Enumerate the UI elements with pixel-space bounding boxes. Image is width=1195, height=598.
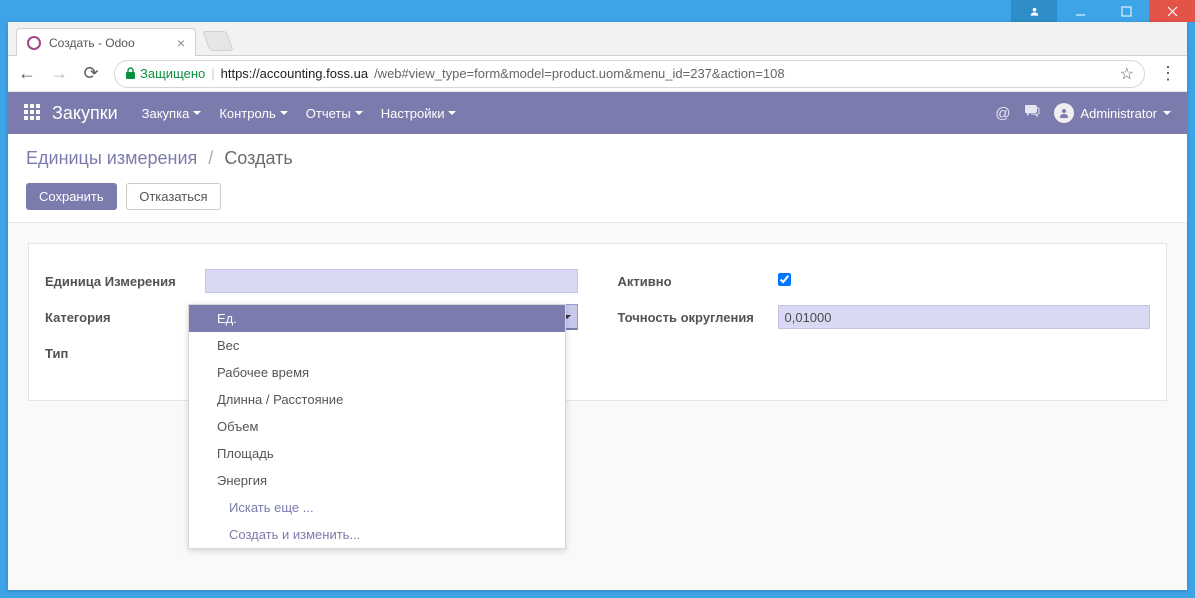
- dropdown-option[interactable]: Объем: [189, 413, 565, 440]
- tab-favicon: [27, 36, 41, 50]
- breadcrumb-current: Создать: [224, 148, 292, 168]
- dropdown-option[interactable]: Энергия: [189, 467, 565, 494]
- active-label: Активно: [618, 274, 778, 289]
- dropdown-option[interactable]: Вес: [189, 332, 565, 359]
- category-label: Категория: [45, 310, 205, 325]
- rounding-input[interactable]: 0,01000: [778, 305, 1151, 329]
- window-titlebar: [0, 0, 1195, 22]
- discard-button[interactable]: Отказаться: [126, 183, 220, 210]
- app-menu: Закупка Контроль Отчеты Настройки: [142, 106, 457, 121]
- menu-control[interactable]: Контроль: [219, 106, 287, 121]
- menu-purchase[interactable]: Закупка: [142, 106, 202, 121]
- dropdown-option[interactable]: Длинна / Расстояние: [189, 386, 565, 413]
- url-path: /web#view_type=form&model=product.uom&me…: [374, 66, 784, 81]
- category-dropdown: Ед. Вес Рабочее время Длинна / Расстояни…: [188, 304, 566, 549]
- forward-button: →: [50, 63, 68, 84]
- avatar: [1054, 103, 1074, 123]
- content-area: Единицы измерения / Создать Сохранить От…: [8, 134, 1187, 590]
- at-icon[interactable]: @: [995, 105, 1010, 122]
- form-right-column: Активно Точность округления 0,01000: [618, 268, 1151, 376]
- dropdown-option[interactable]: Ед.: [189, 305, 565, 332]
- dropdown-option[interactable]: Рабочее время: [189, 359, 565, 386]
- rounding-label: Точность округления: [618, 310, 778, 325]
- window-minimize-button[interactable]: [1057, 0, 1103, 22]
- menu-reports[interactable]: Отчеты: [306, 106, 363, 121]
- dropdown-option[interactable]: Площадь: [189, 440, 565, 467]
- tab-title: Создать - Odoo: [49, 36, 169, 50]
- tab-strip: Создать - Odoo ×: [8, 22, 1187, 56]
- save-button[interactable]: Сохранить: [26, 183, 117, 210]
- app-name[interactable]: Закупки: [52, 103, 118, 124]
- url-host: https://accounting.foss.ua: [221, 66, 368, 81]
- uom-label: Единица Измерения: [45, 274, 205, 289]
- active-checkbox[interactable]: [778, 273, 791, 286]
- window-maximize-button[interactable]: [1103, 0, 1149, 22]
- uom-input[interactable]: [205, 269, 578, 293]
- apps-grid-icon[interactable]: [24, 104, 42, 122]
- form-sheet: Единица Измерения Категория Т: [28, 243, 1167, 401]
- browser-tab[interactable]: Создать - Odoo ×: [16, 28, 196, 56]
- bookmark-icon[interactable]: ☆: [1120, 64, 1134, 84]
- url-field[interactable]: Защищено | https://accounting.foss.ua/we…: [114, 60, 1145, 88]
- reload-button[interactable]: ⟳: [82, 63, 100, 84]
- user-name: Administrator: [1080, 106, 1157, 121]
- user-menu[interactable]: Administrator: [1054, 103, 1171, 123]
- back-button[interactable]: ←: [18, 63, 36, 84]
- type-label: Тип: [45, 346, 205, 361]
- secure-indicator: Защищено: [125, 66, 205, 81]
- window-close-button[interactable]: [1149, 0, 1195, 22]
- browser-window: Создать - Odoo × ← → ⟳ Защищено | https:…: [8, 22, 1187, 590]
- new-tab-button[interactable]: [202, 31, 233, 51]
- breadcrumb: Единицы измерения / Создать: [26, 148, 1169, 169]
- control-panel: Единицы измерения / Создать Сохранить От…: [8, 134, 1187, 223]
- address-bar: ← → ⟳ Защищено | https://accounting.foss…: [8, 56, 1187, 92]
- breadcrumb-parent[interactable]: Единицы измерения: [26, 148, 197, 168]
- menu-settings[interactable]: Настройки: [381, 106, 457, 121]
- browser-menu-icon[interactable]: ⋮: [1159, 63, 1177, 84]
- window-user-button[interactable]: [1011, 0, 1057, 22]
- chat-icon[interactable]: [1024, 104, 1040, 122]
- dropdown-search-more[interactable]: Искать еще ...: [189, 494, 565, 521]
- app-navbar: Закупки Закупка Контроль Отчеты Настройк…: [8, 92, 1187, 134]
- tab-close-icon[interactable]: ×: [177, 35, 185, 51]
- secure-label: Защищено: [140, 66, 205, 81]
- dropdown-create-edit[interactable]: Создать и изменить...: [189, 521, 565, 548]
